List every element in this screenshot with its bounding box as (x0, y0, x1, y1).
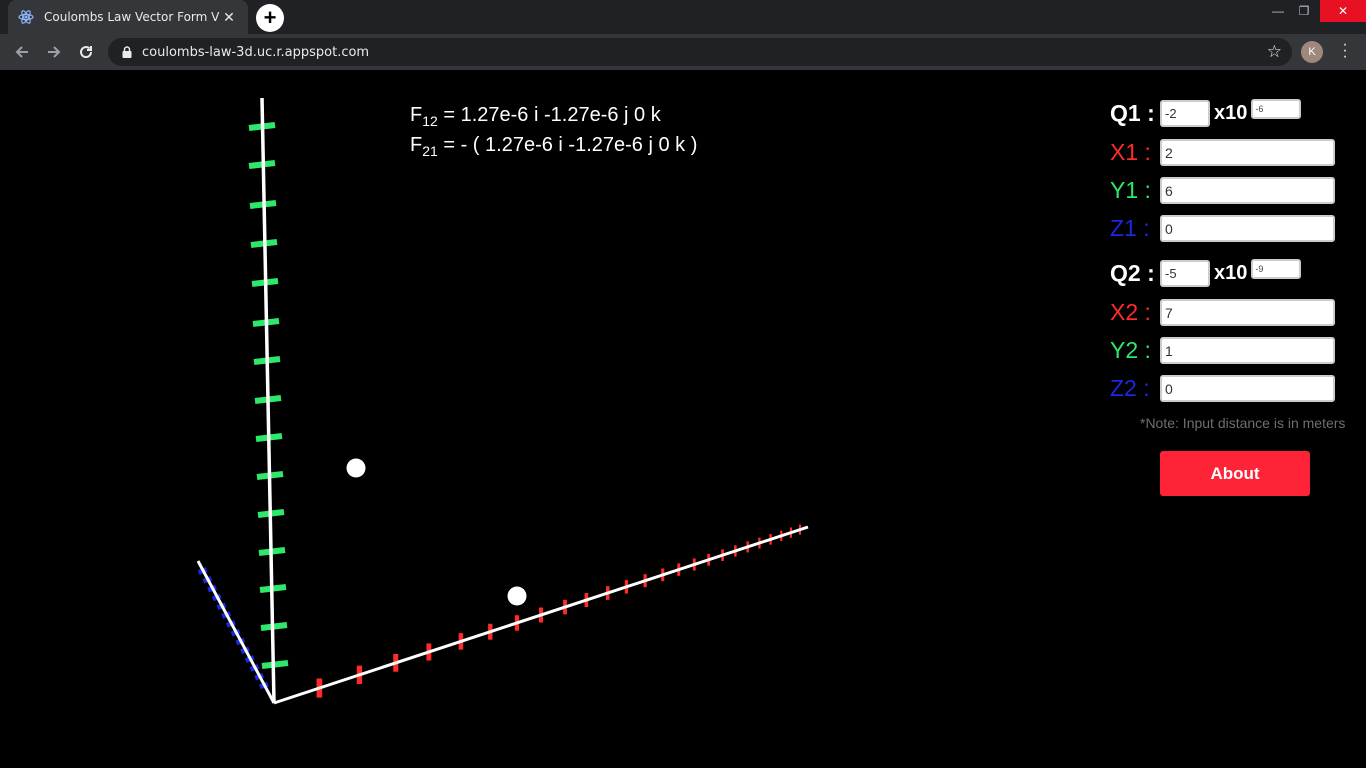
x-axis-line (273, 525, 809, 705)
minimize-icon[interactable]: — (1264, 0, 1292, 22)
x2-input[interactable] (1160, 299, 1335, 326)
z1-input[interactable] (1160, 215, 1335, 242)
force-f12-text: F12 = 1.27e-6 i -1.27e-6 j 0 k (410, 104, 661, 129)
q2-input[interactable] (1160, 260, 1210, 287)
f12-symbol: F (410, 104, 423, 126)
z1-row: Z1 : (1110, 215, 1335, 242)
y2-input[interactable] (1160, 337, 1335, 364)
q1-input[interactable] (1160, 100, 1210, 127)
x1-row: X1 : (1110, 139, 1335, 166)
3d-scene-canvas[interactable] (0, 70, 1100, 768)
bookmark-star-icon[interactable]: ☆ (1267, 42, 1282, 62)
tab-close-icon[interactable]: ✕ (220, 9, 238, 26)
q2-exponent-input[interactable] (1251, 258, 1302, 279)
q2-x10-label: x10 (1214, 262, 1248, 284)
charge-q1-sphere (346, 458, 366, 478)
forward-icon[interactable] (42, 40, 66, 64)
y1-row: Y1 : (1110, 177, 1335, 204)
z2-row: Z2 : (1110, 375, 1335, 402)
lock-icon (120, 45, 134, 59)
x2-label: X2 : (1110, 299, 1151, 325)
q1-exponent-input[interactable] (1251, 98, 1302, 119)
force-f21-text: F21 = - ( 1.27e-6 i -1.27e-6 j 0 k ) (410, 134, 697, 159)
q1-row: Q1 : x10 (1110, 98, 1302, 127)
tab-title: Coulombs Law Vector Form Visua (44, 10, 220, 24)
profile-avatar[interactable]: K (1301, 41, 1323, 63)
address-bar[interactable]: coulombs-law-3d.uc.r.appspot.com ☆ (108, 38, 1292, 66)
window-close-icon[interactable]: ✕ (1320, 0, 1366, 22)
q1-label: Q1 : (1110, 100, 1155, 126)
f12-subscript: 12 (422, 113, 438, 129)
f21-subscript: 21 (422, 143, 438, 159)
back-icon[interactable] (10, 40, 34, 64)
browser-menu-icon[interactable]: · · · (1338, 37, 1352, 65)
f12-value: = 1.27e-6 i -1.27e-6 j 0 k (437, 104, 661, 126)
browser-tab-bar: Coulombs Law Vector Form Visua ✕ + — ❐ ✕ (0, 0, 1366, 34)
y2-label: Y2 : (1110, 337, 1151, 363)
browser-tab[interactable]: Coulombs Law Vector Form Visua ✕ (8, 0, 248, 34)
new-tab-button[interactable]: + (256, 4, 284, 32)
page-viewport: F12 = 1.27e-6 i -1.27e-6 j 0 k F21 = - (… (0, 70, 1366, 768)
y2-row: Y2 : (1110, 337, 1335, 364)
reload-icon[interactable] (74, 40, 98, 64)
f21-symbol: F (410, 134, 423, 156)
atom-icon (18, 9, 34, 25)
x2-row: X2 : (1110, 299, 1335, 326)
y1-input[interactable] (1160, 177, 1335, 204)
browser-toolbar: coulombs-law-3d.uc.r.appspot.com ☆ K · · · (0, 34, 1366, 70)
f21-value: = - ( 1.27e-6 i -1.27e-6 j 0 k ) (437, 134, 698, 156)
z-axis-line (196, 560, 276, 704)
x1-label: X1 : (1110, 139, 1151, 165)
y1-label: Y1 : (1110, 177, 1151, 203)
q2-row: Q2 : x10 (1110, 258, 1302, 287)
distance-note: *Note: Input distance is in meters (1140, 415, 1346, 431)
z1-label: Z1 : (1110, 215, 1150, 241)
x-axis-ticks (316, 524, 802, 698)
restore-icon[interactable]: ❐ (1290, 0, 1318, 22)
about-button[interactable]: About (1160, 451, 1310, 496)
q2-label: Q2 : (1110, 260, 1155, 286)
url-text: coulombs-law-3d.uc.r.appspot.com (142, 44, 370, 60)
q1-x10-label: x10 (1214, 102, 1248, 124)
z2-label: Z2 : (1110, 375, 1150, 401)
x1-input[interactable] (1160, 139, 1335, 166)
z2-input[interactable] (1160, 375, 1335, 402)
charge-q2-sphere (507, 586, 527, 606)
